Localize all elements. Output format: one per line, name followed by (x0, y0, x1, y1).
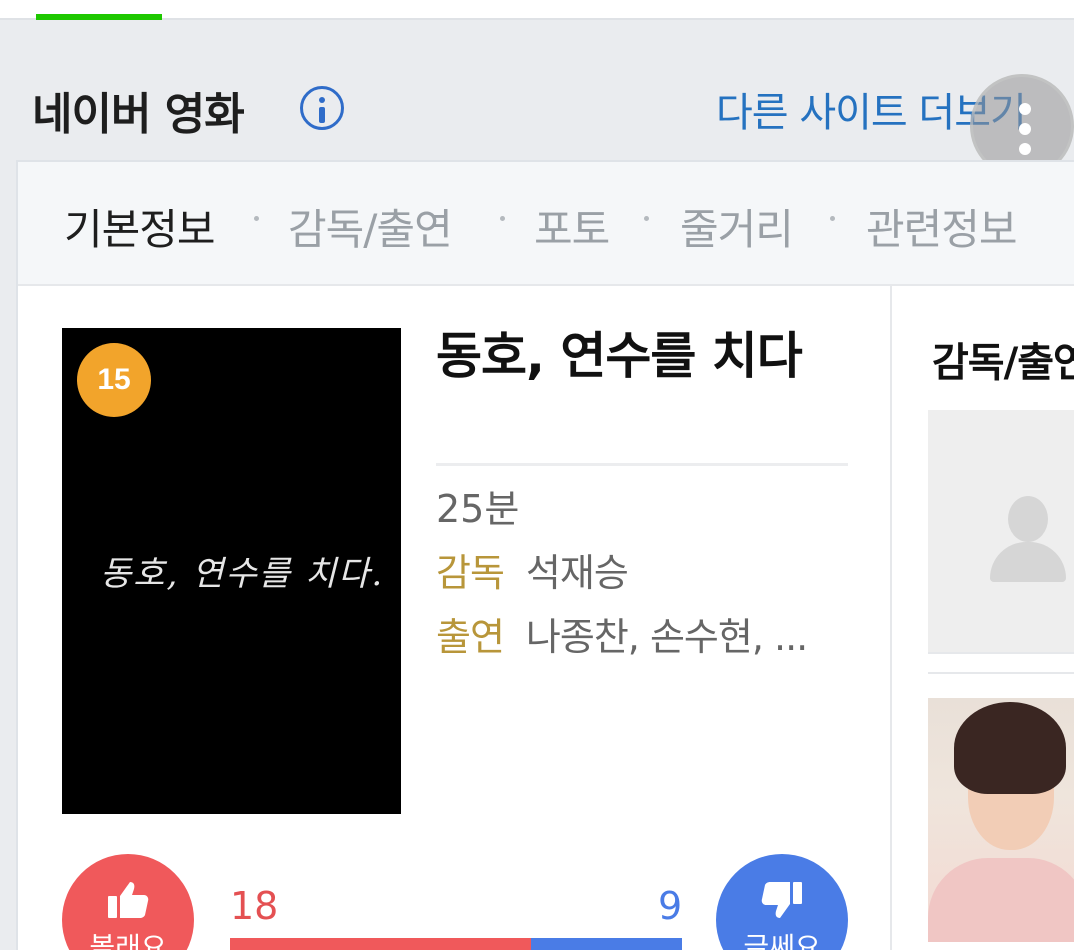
director-row: 감독 석재승 (436, 542, 629, 597)
age-rating-badge: 15 (77, 343, 151, 417)
dislike-label: 글쎄요 (743, 931, 821, 950)
like-count: 18 (230, 884, 279, 928)
director-name[interactable]: 석재승 (526, 551, 629, 595)
tab-basic-info[interactable]: 기본정보 (64, 196, 216, 257)
info-tab-bar: 기본정보 감독/출연 포토 줄거리 관련정보 (18, 162, 1074, 286)
tab-photo[interactable]: 포토 (534, 196, 610, 257)
dislike-button[interactable]: 글쎄요 (716, 854, 848, 950)
vote-ratio-like-fill (230, 938, 532, 950)
tab-separator (500, 216, 505, 221)
cast-label: 출연 (436, 615, 505, 659)
person-divider (928, 672, 1074, 674)
title-divider (436, 463, 848, 466)
section-title: 네이버 영화 (32, 89, 245, 140)
vote-ratio-bar (230, 938, 682, 950)
dislike-count: 9 (658, 884, 683, 928)
tab-plot[interactable]: 줄거리 (680, 196, 794, 257)
active-tab-indicator (36, 14, 162, 20)
cast-photo[interactable] (928, 698, 1074, 942)
cast-row: 출연 나종찬, 손수현, ... (436, 606, 808, 661)
movie-poster[interactable]: 15 동호, 연수를 치다. (62, 328, 401, 814)
director-label: 감독 (436, 551, 505, 595)
movie-card: 기본정보 감독/출연 포토 줄거리 관련정보 15 동호, 연수를 치다. 동호… (16, 160, 1074, 950)
info-icon[interactable] (300, 86, 344, 130)
director-photo-placeholder[interactable] (928, 410, 1074, 654)
cast-names[interactable]: 나종찬, 손수현, ... (526, 615, 808, 659)
tab-director-cast[interactable]: 감독/출연 (288, 196, 453, 257)
movie-runtime: 25분 (436, 487, 520, 531)
tab-separator (644, 216, 649, 221)
top-tab-strip (0, 0, 1074, 20)
like-label: 볼래요 (89, 931, 167, 950)
thumbs-up-icon (108, 882, 149, 918)
right-column (892, 286, 1074, 950)
tab-related-info[interactable]: 관련정보 (866, 196, 1018, 257)
tab-separator (830, 216, 835, 221)
movie-title[interactable]: 동호, 연수를 치다 (436, 324, 846, 388)
thumbs-down-icon (761, 882, 802, 918)
person-placeholder-icon (1008, 496, 1048, 542)
poster-title-text: 동호, 연수를 치다. (100, 554, 385, 594)
tab-separator (254, 216, 259, 221)
like-button[interactable]: 볼래요 (62, 854, 194, 950)
